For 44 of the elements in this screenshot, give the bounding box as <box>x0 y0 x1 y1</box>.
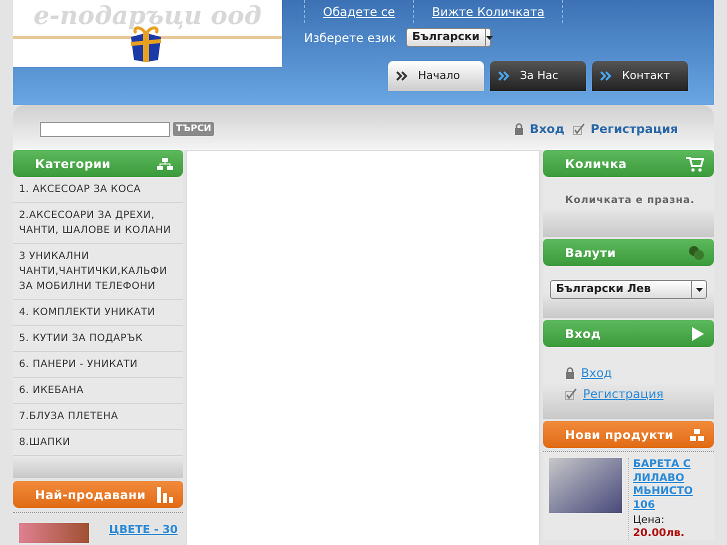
sitemap-icon <box>157 158 173 170</box>
category-link[interactable]: 5. КУТИИ ЗА ПОДАРЪК <box>13 326 183 352</box>
category-link[interactable]: 6. ИКЕБАНА <box>13 378 183 404</box>
boxes-icon <box>690 428 704 440</box>
panel-title: Вход <box>565 326 602 342</box>
category-link[interactable]: 6. ПАНЕРИ - УНИКАТИ <box>13 352 183 378</box>
currency-select[interactable]: Български Лев <box>550 280 707 299</box>
panel-title: Валути <box>565 244 616 262</box>
play-arrow-icon <box>692 326 704 340</box>
checkmark-icon <box>565 388 577 400</box>
auth-link[interactable]: Регистрация <box>590 120 678 138</box>
panel-title: Количка <box>565 156 627 172</box>
category-link[interactable]: 1. АКСЕСОАР ЗА КОСА <box>13 177 183 203</box>
double-chevron-icon <box>396 71 408 81</box>
price-label: Цена: <box>633 514 666 527</box>
panel-title: Категории <box>35 156 111 172</box>
auth-link[interactable]: Вход <box>530 120 565 138</box>
category-link[interactable]: 3 УНИКАЛНИ ЧАНТИ,ЧАНТИЧКИ,КАЛЬФИ ЗА МОБИЛНИ ТЕЛЕФОНИ <box>13 244 183 300</box>
nav-tab[interactable]: Начало <box>388 61 484 91</box>
category-link[interactable]: 7.БЛУЗА ПЛЕТЕНА <box>13 404 183 430</box>
language-select[interactable]: Български <box>406 28 492 47</box>
dropdown-arrow-icon <box>696 288 702 292</box>
nav-tab[interactable]: Контакт <box>592 61 688 91</box>
lock-icon <box>514 123 524 135</box>
header-link[interactable]: Вижте Количката <box>432 2 544 20</box>
double-chevron-icon <box>600 71 612 81</box>
price: 20.00лв. <box>633 527 686 540</box>
language-label: Изберете език <box>304 30 396 46</box>
cart-icon <box>686 156 704 172</box>
bar-chart-icon <box>157 486 173 502</box>
cart-empty-text: Количката е празна. <box>565 195 695 206</box>
category-link[interactable]: 2.АКСЕСОАРИ ЗА ДРЕХИ, ЧАНТИ, ШАЛОВЕ И КОЛАНИ <box>13 203 183 244</box>
panel-title: Нови продукти <box>565 426 674 444</box>
category-link[interactable]: 4. КОМПЛЕКТИ УНИКАТИ <box>13 300 183 326</box>
panel-title: Най-продавани <box>35 486 146 504</box>
lock-icon <box>565 367 575 379</box>
photo-placeholder <box>19 523 89 543</box>
nav-tab[interactable]: За Нас <box>490 61 586 91</box>
header-link[interactable]: Обадете се <box>323 2 396 20</box>
dropdown-arrow-icon <box>486 36 493 40</box>
checkmark-icon <box>572 123 585 135</box>
coins-icon <box>688 246 704 260</box>
search-field[interactable] <box>40 122 170 136</box>
double-chevron-icon <box>498 71 510 81</box>
